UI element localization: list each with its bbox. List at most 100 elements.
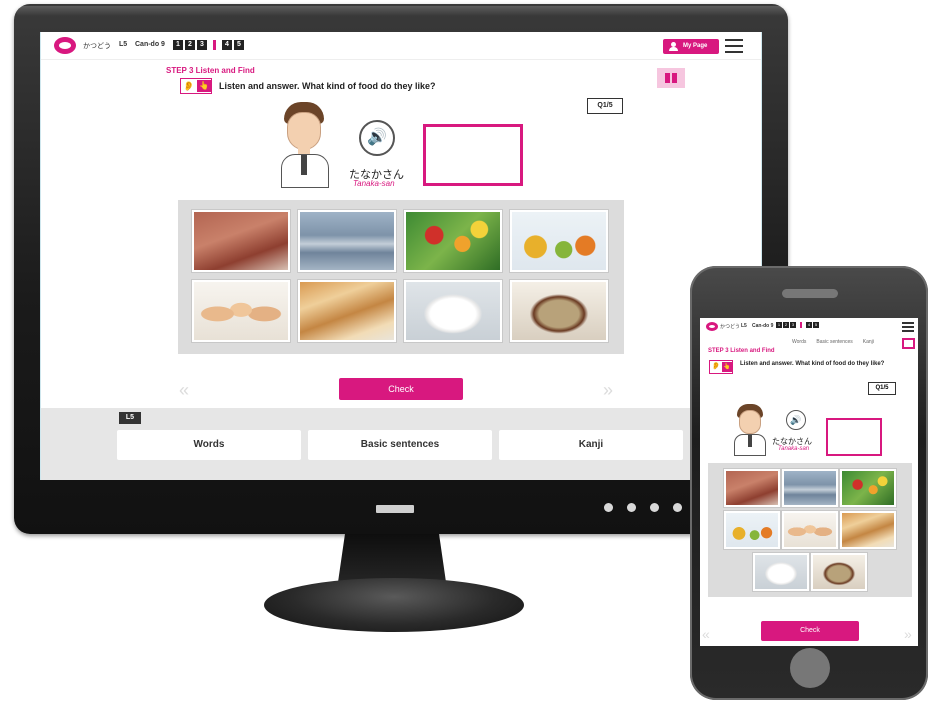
lesson-label: L5: [741, 323, 747, 329]
tab-words[interactable]: Words: [117, 430, 301, 460]
food-card-miso-soup[interactable]: [811, 553, 867, 591]
hamburger-menu-icon[interactable]: [902, 322, 914, 333]
character-romaji: Tanaka-san: [778, 446, 810, 452]
book-icon[interactable]: [902, 338, 915, 349]
tab-kanji[interactable]: Kanji: [499, 430, 683, 460]
step-5[interactable]: 5: [813, 322, 819, 328]
step-4[interactable]: 4: [806, 322, 812, 328]
character-romaji: Tanaka-san: [353, 179, 395, 188]
mobile-nav-basic-sentences[interactable]: Basic sentences: [816, 339, 852, 345]
step-title: STEP 3 Listen and Find: [166, 66, 255, 75]
instruction-text: Listen and answer. What kind of food do …: [219, 81, 436, 91]
next-question-button[interactable]: »: [904, 626, 912, 642]
my-page-label: My Page: [683, 43, 708, 49]
step-indicator: 1 2 3 4 5: [173, 40, 244, 50]
step-5[interactable]: 5: [234, 40, 244, 50]
miso-soup-image: [512, 282, 606, 340]
monitor-button: [650, 503, 659, 512]
food-card-rice[interactable]: [404, 280, 502, 342]
food-card-fish[interactable]: [782, 469, 838, 507]
app-header: かつどう L5 Can-do 9 1 2 3 4 5 My Page: [41, 32, 761, 60]
monitor-logo: [376, 505, 414, 513]
bread-image: [300, 282, 394, 340]
step-1[interactable]: 1: [776, 322, 782, 328]
fruit-image: [512, 212, 606, 270]
answer-drop-box[interactable]: [423, 124, 523, 186]
food-card-fruit[interactable]: [510, 210, 608, 272]
brand-logo-icon[interactable]: [706, 322, 718, 331]
mobile-nav-words[interactable]: Words: [792, 339, 806, 345]
monitor-button: [673, 503, 682, 512]
book-icon: [665, 73, 677, 83]
phone-home-button: [790, 648, 830, 688]
food-card-eggs[interactable]: [782, 511, 838, 549]
audio-play-button[interactable]: 🔊: [786, 410, 806, 430]
cando-label: Can-do 9: [752, 323, 774, 329]
bread-image: [842, 513, 894, 547]
food-card-beef[interactable]: [192, 210, 290, 272]
mobile-screen: かつどう L5 Can-do 9 1 2 3 4 5 Words Basic s…: [700, 318, 918, 646]
food-card-bread[interactable]: [298, 280, 396, 342]
prev-question-button[interactable]: «: [179, 380, 189, 401]
step-separator: [213, 40, 216, 50]
check-button[interactable]: Check: [761, 621, 859, 641]
question-counter: Q1/5: [868, 382, 896, 395]
step-indicator: 1 2 3 4 5: [776, 322, 819, 328]
rice-image: [406, 282, 500, 340]
step-separator: [800, 322, 802, 328]
step-2[interactable]: 2: [783, 322, 789, 328]
prev-question-button[interactable]: «: [702, 626, 710, 642]
food-card-beef[interactable]: [724, 469, 780, 507]
step-4[interactable]: 4: [222, 40, 232, 50]
mobile-nav-kanji[interactable]: Kanji: [863, 339, 874, 345]
hand-pointer-icon: 👆: [197, 80, 211, 92]
listen-tap-icon: 👂 👆: [180, 78, 212, 94]
food-card-fruit[interactable]: [724, 511, 780, 549]
device-mockup: かつどう L5 Can-do 9 1 2 3 4 5 My Page STEP …: [0, 0, 934, 702]
step-1[interactable]: 1: [173, 40, 183, 50]
phone-speaker: [782, 289, 838, 298]
instruction-text: Listen and answer. What kind of food do …: [740, 361, 885, 367]
food-card-eggs[interactable]: [192, 280, 290, 342]
food-grid: [178, 200, 624, 354]
my-page-button[interactable]: My Page: [663, 39, 719, 54]
eggs-image: [784, 513, 836, 547]
brand-logo-icon[interactable]: [54, 37, 76, 54]
monitor-stand-base: [264, 578, 524, 632]
cando-label: Can-do 9: [135, 41, 165, 48]
step-title: STEP 3 Listen and Find: [708, 348, 775, 354]
app-name: かつどう: [720, 324, 741, 330]
food-card-fish[interactable]: [298, 210, 396, 272]
mobile-nav: Words Basic sentences Kanji: [792, 339, 874, 345]
vegetables-image: [406, 212, 500, 270]
food-card-bread[interactable]: [840, 511, 896, 549]
desktop-screen: かつどう L5 Can-do 9 1 2 3 4 5 My Page STEP …: [40, 32, 762, 480]
character-illustration: [734, 404, 766, 456]
rice-image: [755, 555, 807, 589]
hand-pointer-icon: 👆: [722, 362, 732, 372]
hamburger-menu-icon[interactable]: [725, 39, 743, 54]
check-button[interactable]: Check: [339, 378, 463, 400]
step-3[interactable]: 3: [790, 322, 796, 328]
fish-image: [300, 212, 394, 270]
step-3[interactable]: 3: [197, 40, 207, 50]
lesson-tag: L5: [119, 412, 141, 424]
food-card-vegetables[interactable]: [840, 469, 896, 507]
step-2[interactable]: 2: [185, 40, 195, 50]
tab-basic-sentences[interactable]: Basic sentences: [308, 430, 492, 460]
book-button[interactable]: [657, 68, 685, 88]
next-question-button[interactable]: »: [603, 380, 613, 401]
fish-image: [784, 471, 836, 505]
food-card-miso-soup[interactable]: [510, 280, 608, 342]
monitor-button: [604, 503, 613, 512]
audio-play-button[interactable]: 🔊: [359, 120, 395, 156]
monitor-highlight: [16, 6, 786, 16]
lesson-footer: L5 Words Basic sentences Kanji: [41, 408, 761, 480]
food-card-vegetables[interactable]: [404, 210, 502, 272]
food-grid: [708, 463, 912, 597]
beef-image: [726, 471, 778, 505]
character-illustration: [281, 102, 329, 188]
food-card-rice[interactable]: [753, 553, 809, 591]
ear-icon: 👂: [711, 363, 721, 370]
answer-drop-box[interactable]: [826, 418, 882, 456]
